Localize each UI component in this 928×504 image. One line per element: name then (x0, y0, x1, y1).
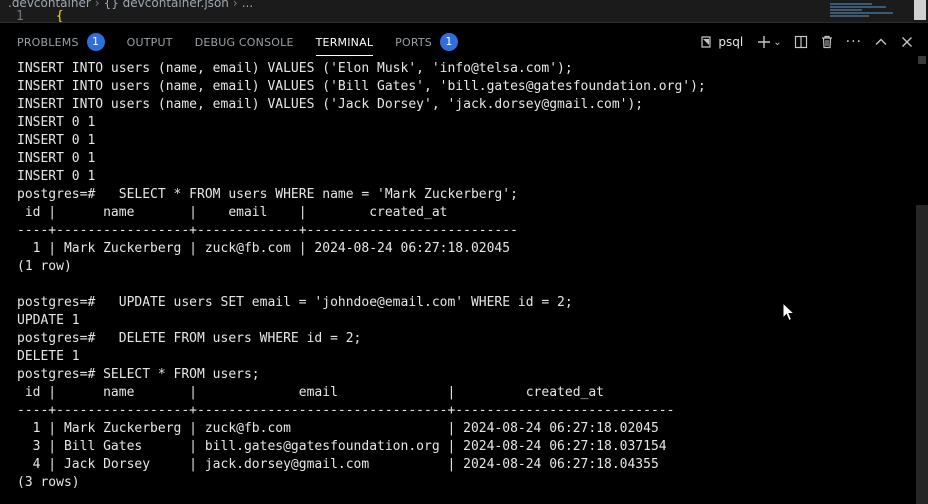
split-terminal-icon (794, 35, 808, 49)
terminal-line: DELETE 1 (17, 349, 80, 364)
panel-actions: psql ⌄ ··· (687, 23, 914, 61)
tab-ports[interactable]: PORTS 1 (395, 23, 458, 61)
tab-problems[interactable]: PROBLEMS 1 (17, 23, 105, 61)
split-terminal-button[interactable] (794, 35, 808, 49)
ports-count-badge: 1 (440, 33, 458, 51)
problems-count-badge: 1 (86, 33, 105, 51)
editor-area: .devcontainer ›{} devcontainer.json ›... 1… (0, 0, 928, 22)
maximize-panel-button[interactable] (874, 35, 888, 49)
terminal-scrollbar-thumb[interactable] (916, 205, 928, 504)
terminal-line: INSERT 0 1 (17, 115, 96, 130)
terminal-selector[interactable]: psql (699, 35, 743, 49)
kill-terminal-button[interactable] (820, 35, 834, 49)
terminal-line: id | name | email | created_at (17, 205, 448, 220)
terminal-line: INSERT INTO users (name, email) VALUES (… (17, 97, 644, 112)
terminal-line: INSERT INTO users (name, email) VALUES (… (17, 79, 706, 94)
terminal-line: INSERT 0 1 (17, 169, 96, 184)
terminal-output[interactable]: INSERT INTO users (name, email) VALUES (… (0, 60, 914, 504)
terminal-line: postgres=# SELECT * FROM users; (17, 367, 260, 382)
terminal-line: INSERT 0 1 (17, 151, 96, 166)
trash-icon (820, 35, 834, 49)
tab-label: DEBUG CONSOLE (194, 35, 294, 49)
tab-label: PORTS (395, 35, 432, 49)
scroll-up-arrow[interactable] (918, 56, 926, 64)
more-actions-button[interactable]: ··· (846, 34, 862, 50)
tab-debug-console[interactable]: DEBUG CONSOLE (195, 23, 294, 61)
chevron-right-icon: › (94, 0, 100, 10)
terminal-line: 1 | Mark Zuckerberg | zuck@fb.com | 2024… (17, 241, 511, 256)
more-icon: ··· (845, 34, 862, 50)
terminal-line: UPDATE 1 (17, 313, 80, 328)
plus-icon (757, 35, 771, 49)
terminal-line: 3 | Bill Gates | bill.gates@gatesfoundat… (17, 439, 667, 454)
terminal-line: ----+-----------------+-------------+---… (17, 223, 518, 238)
terminal-line: INSERT 0 1 (17, 133, 96, 148)
mouse-cursor-icon (782, 301, 796, 326)
terminal-line: (3 rows) (17, 475, 80, 490)
terminal-line: 1 | Mark Zuckerberg | zuck@fb.com | 2024… (17, 421, 659, 436)
chevron-right-icon: › (232, 0, 238, 10)
chevron-down-icon[interactable]: ⌄ (773, 37, 781, 48)
tab-label: PROBLEMS (17, 35, 79, 49)
terminal-line: (1 row) (17, 259, 72, 274)
terminal-line: postgres=# SELECT * FROM users WHERE nam… (17, 187, 518, 202)
terminal-line: ----+-----------------+-----------------… (17, 403, 675, 418)
line-number: 1 (16, 9, 24, 22)
tab-label: OUTPUT (126, 35, 173, 49)
close-icon (900, 35, 914, 49)
tab-label: TERMINAL (315, 35, 374, 49)
panel-header: PROBLEMS 1 OUTPUT DEBUG CONSOLE TERMINAL… (0, 22, 928, 61)
panel-tabs: PROBLEMS 1 OUTPUT DEBUG CONSOLE TERMINAL… (17, 23, 480, 61)
tab-output[interactable]: OUTPUT (127, 23, 173, 61)
new-terminal-button[interactable]: ⌄ (757, 35, 782, 49)
terminal-line: postgres=# DELETE FROM users WHERE id = … (17, 331, 362, 346)
editor-line[interactable]: 1{ (16, 9, 64, 22)
terminal-line: postgres=# UPDATE users SET email = 'joh… (17, 295, 573, 310)
close-panel-button[interactable] (900, 35, 914, 49)
tab-terminal[interactable]: TERMINAL (315, 23, 374, 61)
terminal-line: 4 | Jack Dorsey | jack.dorsey@gmail.com … (17, 457, 659, 472)
terminal-name: psql (718, 35, 744, 49)
terminal-line: INSERT INTO users (name, email) VALUES (… (17, 61, 573, 76)
breadcrumb-file[interactable]: {} devcontainer.json (104, 0, 229, 10)
breadcrumb-symbol[interactable]: ... (242, 0, 253, 10)
terminal-icon (699, 35, 713, 49)
line-text: { (55, 9, 64, 22)
terminal-line: id | name | email | created_at (17, 385, 604, 400)
minimap[interactable] (830, 2, 900, 20)
maximize-icon (874, 35, 888, 49)
editor-scrollbar[interactable] (914, 0, 926, 20)
